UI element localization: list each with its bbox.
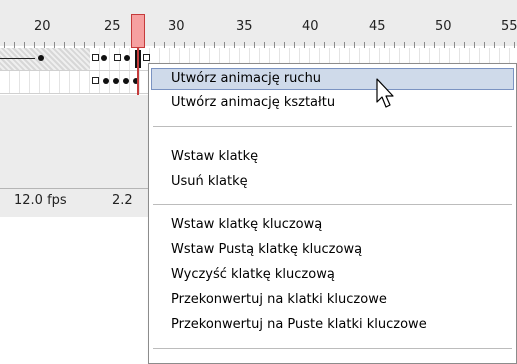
keyframe-dot-icon[interactable] [101, 55, 107, 61]
menu-item-insert-frame[interactable]: Wstaw klatkę [151, 146, 514, 168]
menu-item-convert-to-keyframes[interactable]: Przekonwertuj na klatki kluczowe [151, 289, 514, 311]
ruler-number: 45 [369, 19, 386, 34]
keyframe-dot-icon[interactable] [103, 78, 109, 84]
empty-keyframe-icon[interactable] [92, 77, 99, 84]
playhead-handle[interactable] [131, 14, 145, 48]
menu-item-insert-keyframe[interactable]: Wstaw klatkę kluczową [151, 214, 514, 236]
arrow-cursor-icon [376, 78, 394, 108]
frame-rate-label: 12.0 fps [14, 193, 67, 208]
timeline-ruler[interactable]: 20 25 30 35 40 45 50 55 [0, 0, 517, 48]
ruler-number: 30 [168, 19, 185, 34]
menu-item-clear-keyframe[interactable]: Wyczyść klatkę kluczową [151, 264, 514, 286]
elapsed-time-label: 2.2 [112, 193, 133, 208]
menu-item-convert-to-blank-keyframes[interactable]: Przekonwertuj na Puste klatki kluczowe [151, 314, 514, 336]
empty-keyframe-icon[interactable] [114, 54, 121, 61]
menu-item-create-motion-tween[interactable]: Utwórz animację ruchu [151, 68, 514, 90]
ruler-number: 25 [104, 19, 121, 34]
menu-item-create-shape-tween[interactable]: Utwórz animację kształtu [151, 92, 514, 114]
keyframe-dot-icon[interactable] [124, 55, 130, 61]
menu-separator [153, 348, 512, 349]
keyframe-dot-icon[interactable] [38, 55, 44, 61]
empty-keyframe-icon[interactable] [143, 54, 150, 61]
ruler-number: 20 [34, 19, 51, 34]
context-menu: Utwórz animację ruchu Utwórz animację ks… [148, 63, 517, 364]
keyframe-dot-icon[interactable] [113, 78, 119, 84]
menu-item-insert-blank-keyframe[interactable]: Wstaw Pustą klatkę kluczową [151, 239, 514, 261]
keyframe-dot-icon[interactable] [123, 78, 129, 84]
tween-arrow [0, 58, 35, 59]
motion-tween-span [0, 48, 90, 70]
menu-separator [153, 126, 512, 127]
menu-item-remove-frame[interactable]: Usuń klatkę [151, 171, 514, 193]
empty-keyframe-icon[interactable] [92, 54, 99, 61]
ruler-number: 35 [236, 19, 253, 34]
ruler-number: 50 [435, 19, 452, 34]
ruler-number: 55 [501, 19, 517, 34]
ruler-number: 40 [302, 19, 319, 34]
menu-separator [153, 204, 512, 205]
